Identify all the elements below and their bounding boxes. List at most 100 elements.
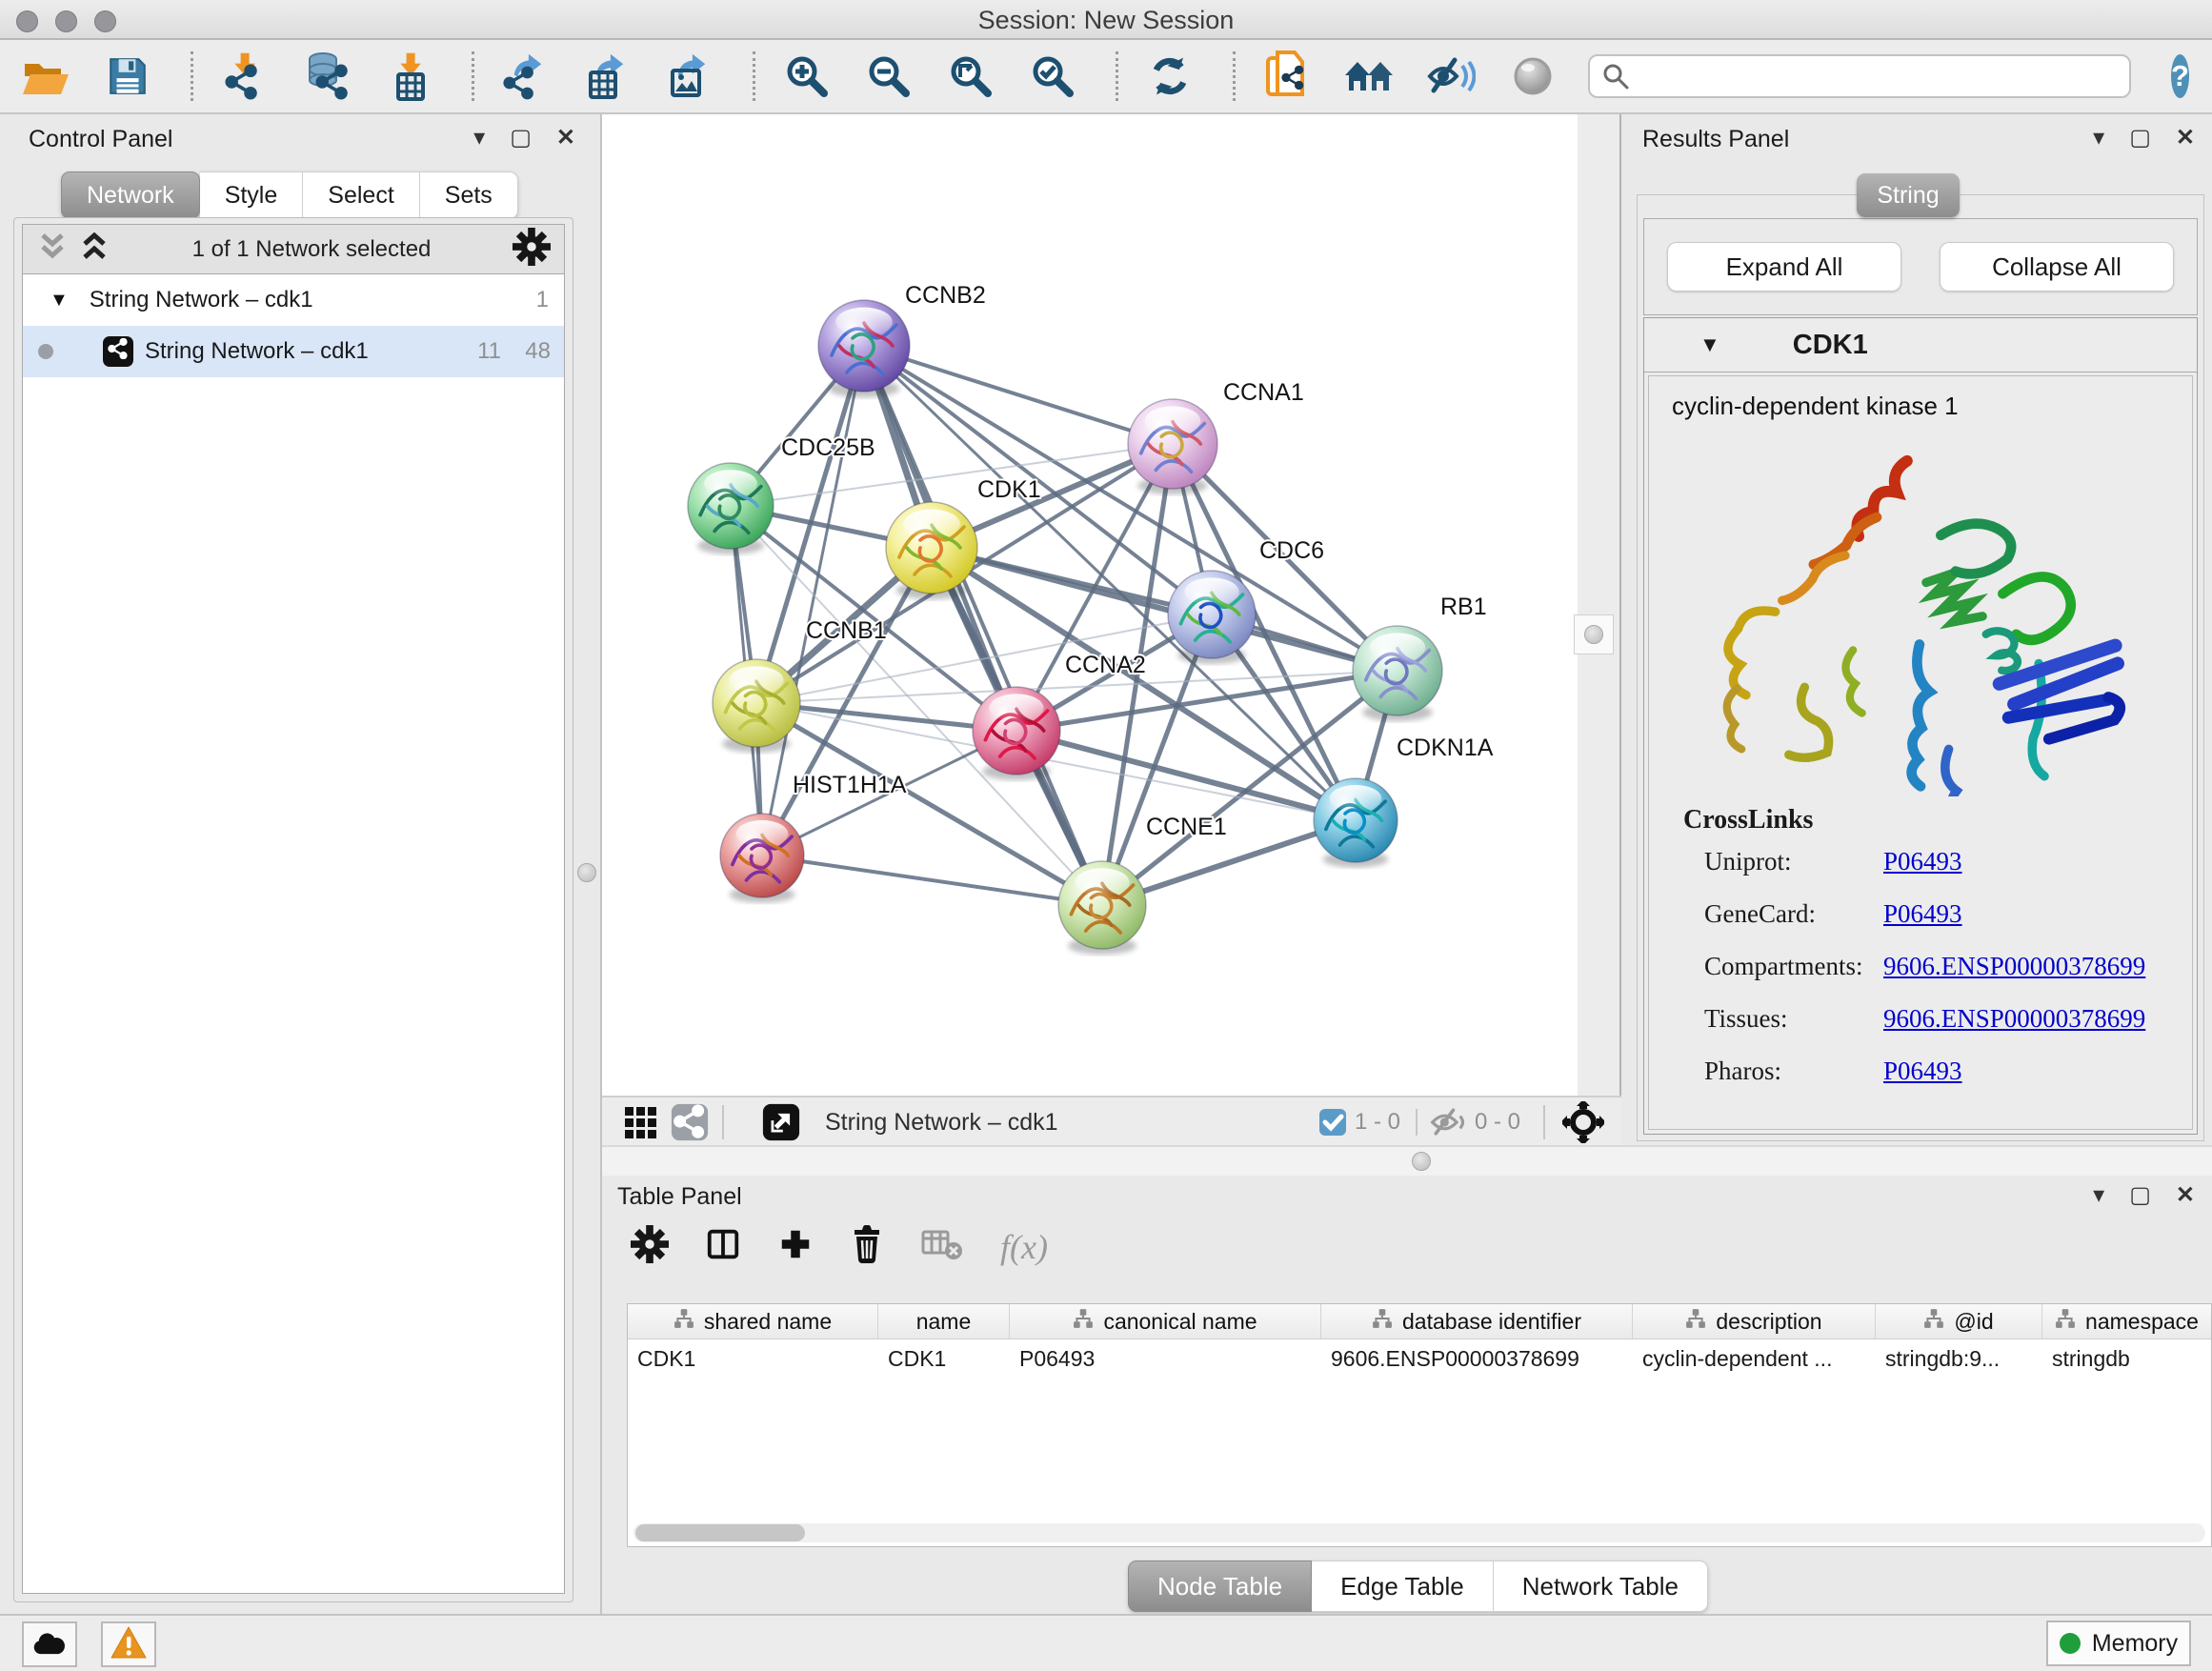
- network-node-CCNB1[interactable]: [713, 659, 800, 753]
- maximize-panel-icon[interactable]: ▢: [510, 124, 532, 151]
- close-panel-icon[interactable]: ✕: [2176, 1181, 2195, 1209]
- tab-network[interactable]: Network: [61, 171, 200, 219]
- expand-all-icon[interactable]: [78, 232, 111, 266]
- float-panel-icon[interactable]: ▾: [2093, 124, 2104, 151]
- float-panel-icon[interactable]: ▾: [473, 124, 485, 151]
- network-node-CDKN1A[interactable]: [1314, 778, 1398, 868]
- search-input[interactable]: [1588, 54, 2131, 98]
- delete-column-icon[interactable]: [850, 1225, 884, 1268]
- collapse-entry-icon[interactable]: ▼: [1699, 332, 1720, 357]
- table-row[interactable]: CDK1CDK1P064939606.ENSP00000378699cyclin…: [628, 1339, 2211, 1378]
- selected-checkbox-icon[interactable]: [1318, 1108, 1347, 1137]
- toolbar-separator: [1233, 51, 1236, 101]
- network-node-RB1[interactable]: [1353, 626, 1442, 721]
- control-panel-title: Control Panel: [29, 126, 172, 153]
- network-canvas[interactable]: CCNB2CCNA1CDC25BCDK1CDC6RB1CCNB1CCNA2CDK…: [602, 114, 1578, 1096]
- save-icon[interactable]: [101, 50, 154, 103]
- node-label: CCNA1: [1223, 379, 1304, 406]
- table-cell[interactable]: CDK1: [878, 1339, 1010, 1378]
- tab-select[interactable]: Select: [303, 171, 419, 219]
- hidden-eye-icon[interactable]: [1429, 1107, 1467, 1137]
- zoom-in-icon[interactable]: [780, 50, 834, 103]
- expand-all-button[interactable]: Expand All: [1667, 242, 1901, 292]
- zoom-selected-icon[interactable]: [1026, 50, 1079, 103]
- collapse-all-button[interactable]: Collapse All: [1940, 242, 2174, 292]
- control-panel: Control Panel ▾ ▢ ✕ NetworkStyleSelectSe…: [0, 114, 602, 1616]
- table-horizontal-scrollbar: [633, 1523, 2205, 1542]
- right-splitter-grip[interactable]: [1574, 614, 1614, 654]
- network-collection-row[interactable]: ▼ String Network – cdk1 1: [23, 274, 564, 326]
- node-label: CCNB2: [905, 282, 986, 309]
- import-database-icon[interactable]: [300, 50, 353, 103]
- tab-style[interactable]: Style: [200, 171, 304, 219]
- column-header-description[interactable]: description: [1633, 1304, 1876, 1339]
- table-cell[interactable]: cyclin-dependent ...: [1633, 1339, 1876, 1378]
- maximize-panel-icon[interactable]: ▢: [2129, 124, 2151, 151]
- network-node-CDC25B[interactable]: [688, 463, 774, 554]
- open-folder-icon[interactable]: [19, 50, 72, 103]
- column-header-namespace[interactable]: namespace: [2042, 1304, 2212, 1339]
- cloud-button[interactable]: [22, 1621, 77, 1667]
- collapse-all-icon[interactable]: [36, 232, 69, 266]
- column-header-canonical-name[interactable]: canonical name: [1010, 1304, 1321, 1339]
- network-column-icon: [1685, 1308, 1706, 1335]
- crosslink-link[interactable]: P06493: [1883, 1057, 1962, 1086]
- fit-selected-icon[interactable]: [1562, 1101, 1604, 1143]
- export-image-icon[interactable]: [663, 50, 716, 103]
- open-view-icon[interactable]: [762, 1103, 800, 1141]
- left-splitter-grip[interactable]: [577, 863, 596, 882]
- home-views-icon[interactable]: [1342, 50, 1396, 103]
- crosslink-link[interactable]: P06493: [1883, 847, 1962, 876]
- inactive-orb-icon[interactable]: [1506, 50, 1559, 103]
- import-table-icon[interactable]: [382, 50, 435, 103]
- crosslink-link[interactable]: 9606.ENSP00000378699: [1883, 952, 2145, 981]
- network-node-CDK1[interactable]: [886, 502, 977, 599]
- column-header-database-identifier[interactable]: database identifier: [1321, 1304, 1633, 1339]
- scrollbar-thumb[interactable]: [635, 1524, 805, 1541]
- zoom-out-icon[interactable]: [862, 50, 915, 103]
- tab-edge-table[interactable]: Edge Table: [1312, 1560, 1494, 1612]
- import-network-icon[interactable]: [218, 50, 271, 103]
- export-table-icon[interactable]: [581, 50, 634, 103]
- warnings-button[interactable]: [101, 1621, 156, 1667]
- column-header-shared-name[interactable]: shared name: [628, 1304, 878, 1339]
- collapse-triangle-icon[interactable]: ▼: [50, 290, 69, 312]
- column-header--id[interactable]: @id: [1876, 1304, 2042, 1339]
- maximize-panel-icon[interactable]: ▢: [2129, 1181, 2151, 1209]
- close-panel-icon[interactable]: ✕: [2176, 124, 2195, 151]
- tab-node-table[interactable]: Node Table: [1128, 1560, 1312, 1612]
- show-columns-icon[interactable]: [705, 1226, 741, 1267]
- refresh-icon[interactable]: [1143, 50, 1196, 103]
- table-cell[interactable]: stringdb:9...: [1876, 1339, 2042, 1378]
- zoom-fit-icon[interactable]: [944, 50, 997, 103]
- table-cell[interactable]: P06493: [1010, 1339, 1321, 1378]
- network-badge-icon[interactable]: [671, 1103, 709, 1141]
- help-button[interactable]: ?: [2171, 54, 2189, 98]
- float-panel-icon[interactable]: ▾: [2093, 1181, 2104, 1209]
- network-node-CCNA2[interactable]: [973, 687, 1060, 780]
- table-cell[interactable]: CDK1: [628, 1339, 878, 1378]
- table-cell[interactable]: 9606.ENSP00000378699: [1321, 1339, 1633, 1378]
- tab-string[interactable]: String: [1857, 173, 1960, 217]
- network-row-selected[interactable]: String Network – cdk1 11 48: [23, 326, 564, 377]
- gear-icon[interactable]: [513, 228, 551, 271]
- crosslink-link[interactable]: 9606.ENSP00000378699: [1883, 1004, 2145, 1034]
- tab-network-table[interactable]: Network Table: [1494, 1560, 1708, 1612]
- memory-button[interactable]: Memory: [2046, 1621, 2191, 1666]
- close-panel-icon[interactable]: ✕: [556, 124, 575, 151]
- first-neighbors-icon[interactable]: [1260, 50, 1314, 103]
- network-node-CCNE1[interactable]: [1058, 861, 1146, 955]
- network-node-HIST1H1A[interactable]: [720, 814, 804, 903]
- column-header-name[interactable]: name: [878, 1304, 1010, 1339]
- horizontal-splitter[interactable]: [602, 1145, 2212, 1179]
- export-network-icon[interactable]: [499, 50, 553, 103]
- show-hide-icon[interactable]: [1424, 50, 1478, 103]
- grid-view-icon[interactable]: [623, 1105, 657, 1139]
- table-cell[interactable]: stringdb: [2042, 1339, 2212, 1378]
- table-settings-icon[interactable]: [631, 1225, 669, 1268]
- add-column-icon[interactable]: [777, 1226, 814, 1267]
- tab-sets[interactable]: Sets: [420, 171, 518, 219]
- crosslink-link[interactable]: P06493: [1883, 899, 1962, 929]
- node-entry-header[interactable]: ▼ CDK1: [1644, 318, 2197, 372]
- network-node-CCNA1[interactable]: [1128, 399, 1217, 494]
